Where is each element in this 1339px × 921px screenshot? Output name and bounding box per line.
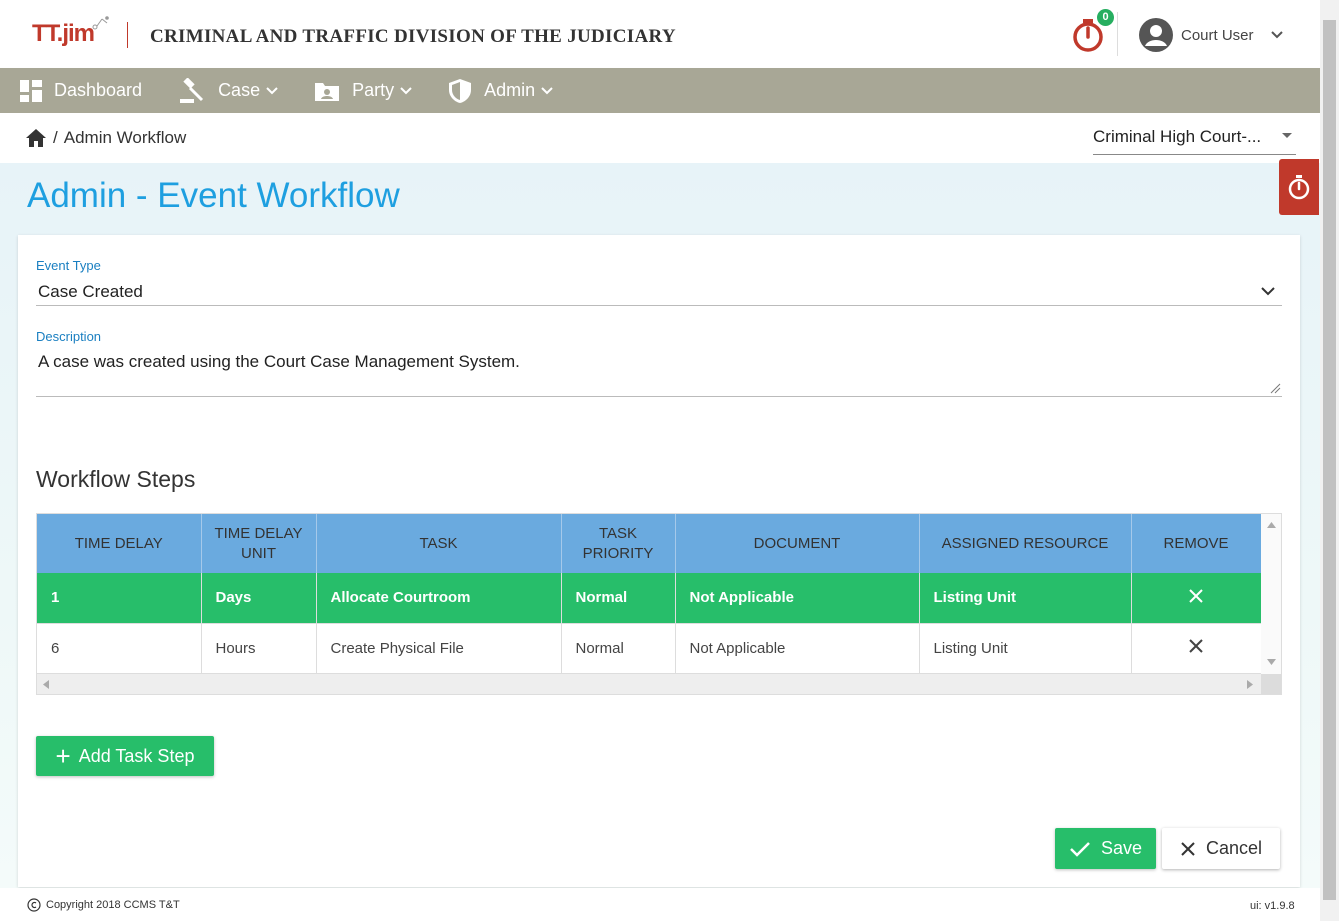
version-text: ui: v1.9.8 <box>1250 900 1295 912</box>
col-header-document[interactable]: DOCUMENT <box>675 514 920 573</box>
col-header-time-delay-unit[interactable]: TIME DELAY UNIT <box>201 514 317 573</box>
vertical-scrollbar[interactable] <box>1261 514 1281 674</box>
court-select-value: Criminal High Court-... <box>1093 127 1262 146</box>
scroll-up-arrow-icon[interactable] <box>1267 522 1276 528</box>
cell-time-delay[interactable]: 1 <box>37 573 202 624</box>
remove-x-icon[interactable] <box>1188 588 1204 604</box>
dashboard-icon <box>20 79 42 102</box>
cell-document[interactable]: Not Applicable <box>675 623 920 674</box>
cancel-label: Cancel <box>1205 838 1263 858</box>
nav-party-label: Party <box>352 80 395 100</box>
footer: Copyright 2018 CCMS T&T ui: v1.9.8 <box>0 888 1320 921</box>
breadcrumb-current: Admin Workflow <box>63 128 187 147</box>
chevron-down-icon <box>1270 31 1283 39</box>
user-name: Court User <box>1181 26 1254 44</box>
table-row[interactable]: 6 Hours Create Physical File Normal Not … <box>37 623 1262 674</box>
col-header-time-delay[interactable]: TIME DELAY <box>37 514 202 573</box>
timer-count-badge: 0 <box>1097 9 1114 26</box>
scroll-left-arrow-icon[interactable] <box>43 680 49 689</box>
scroll-right-arrow-icon[interactable] <box>1247 680 1253 689</box>
main-nav: Dashboard Case Party Admin <box>0 68 1320 113</box>
nav-dashboard-label: Dashboard <box>54 80 143 100</box>
table-row[interactable]: 1 Days Allocate Courtroom Normal Not App… <box>37 573 1262 624</box>
app-logo[interactable]: TT.jim <box>32 14 110 54</box>
col-header-assigned-resource[interactable]: ASSIGNED RESOURCE <box>919 514 1132 573</box>
nav-dashboard[interactable]: Dashboard <box>20 79 143 102</box>
scroll-down-arrow-icon[interactable] <box>1267 659 1276 665</box>
breadcrumb-separator: / <box>53 128 58 147</box>
scrollbar-corner <box>1261 674 1281 694</box>
page-scrollbar-thumb[interactable] <box>1323 20 1336 900</box>
workflow-steps-title: Workflow Steps <box>36 466 196 492</box>
chevron-down-icon <box>541 86 553 94</box>
user-avatar-icon <box>1139 18 1173 52</box>
save-label: Save <box>1100 838 1143 858</box>
cell-task[interactable]: Allocate Courtroom <box>316 573 562 624</box>
cell-remove <box>1131 573 1262 624</box>
chevron-down-icon[interactable] <box>1260 286 1276 297</box>
col-header-task-priority[interactable]: TASK PRIORITY <box>561 514 676 573</box>
page-scrollbar[interactable] <box>1320 0 1339 921</box>
cell-remove <box>1131 623 1262 674</box>
cell-assigned-resource[interactable]: Listing Unit <box>919 623 1132 674</box>
cell-task[interactable]: Create Physical File <box>316 623 562 674</box>
event-type-label: Event Type <box>36 258 101 273</box>
workflow-table: TIME DELAY TIME DELAY UNIT TASK TASK PRI… <box>37 514 1262 674</box>
cell-task-priority[interactable]: Normal <box>561 623 676 674</box>
court-select[interactable]: Criminal High Court-... <box>1093 123 1296 155</box>
breadcrumb: / Admin Workflow <box>25 128 186 148</box>
resize-handle-icon[interactable] <box>1270 383 1281 394</box>
app-title: CRIMINAL AND TRAFFIC DIVISION OF THE JUD… <box>150 26 676 47</box>
nav-admin[interactable]: Admin <box>448 78 553 104</box>
shield-icon <box>449 78 472 103</box>
dropdown-arrow-icon <box>1282 133 1292 138</box>
cell-time-delay[interactable]: 6 <box>37 623 202 674</box>
gavel-icon <box>180 77 204 103</box>
page-title: Admin - Event Workflow <box>27 176 400 215</box>
save-button[interactable]: Save <box>1055 828 1156 869</box>
cell-assigned-resource[interactable]: Listing Unit <box>919 573 1132 624</box>
copyright: Copyright 2018 CCMS T&T <box>27 898 180 912</box>
remove-x-icon[interactable] <box>1188 638 1204 654</box>
add-task-step-button[interactable]: + Add Task Step <box>36 736 214 776</box>
logo-divider <box>127 22 128 48</box>
workflow-grid: TIME DELAY TIME DELAY UNIT TASK TASK PRI… <box>36 513 1282 695</box>
stopwatch-icon <box>1288 175 1310 200</box>
user-menu[interactable]: Court User <box>1139 17 1284 53</box>
cell-task-priority[interactable]: Normal <box>561 573 676 624</box>
event-type-select[interactable]: Case Created <box>38 282 143 302</box>
cancel-button[interactable]: Cancel <box>1162 828 1280 869</box>
top-header: TT.jim CRIMINAL AND TRAFFIC DIVISION OF … <box>0 0 1320 68</box>
nav-admin-label: Admin <box>484 80 536 100</box>
nav-case-label: Case <box>218 80 261 100</box>
horizontal-scrollbar[interactable] <box>37 674 1261 694</box>
home-icon[interactable] <box>25 128 47 148</box>
copyright-icon <box>27 898 41 912</box>
nav-party[interactable]: Party <box>314 80 412 102</box>
close-icon <box>1181 841 1195 856</box>
check-icon <box>1070 841 1090 857</box>
event-type-underline <box>36 305 1282 306</box>
side-timer-button[interactable] <box>1279 159 1319 215</box>
copyright-text: Copyright 2018 CCMS T&T <box>46 899 180 911</box>
description-underline <box>36 396 1282 397</box>
cell-time-delay-unit[interactable]: Days <box>201 573 317 624</box>
contact-folder-icon <box>315 82 340 101</box>
table-header-row: TIME DELAY TIME DELAY UNIT TASK TASK PRI… <box>37 514 1262 573</box>
nav-case[interactable]: Case <box>178 77 278 104</box>
chevron-down-icon <box>400 86 412 94</box>
cell-time-delay-unit[interactable]: Hours <box>201 623 317 674</box>
plus-icon: + <box>55 741 71 771</box>
header-divider <box>1117 12 1118 56</box>
description-label: Description <box>36 329 102 344</box>
col-header-remove[interactable]: REMOVE <box>1131 514 1262 573</box>
col-header-task[interactable]: TASK <box>316 514 562 573</box>
add-task-step-label: Add Task Step <box>78 745 195 766</box>
chevron-down-icon <box>266 86 278 94</box>
cell-document[interactable]: Not Applicable <box>675 573 920 624</box>
logo-scales-icon <box>92 16 109 30</box>
logo-text: TT.jim <box>32 20 95 47</box>
description-textarea[interactable]: A case was created using the Court Case … <box>38 352 520 372</box>
